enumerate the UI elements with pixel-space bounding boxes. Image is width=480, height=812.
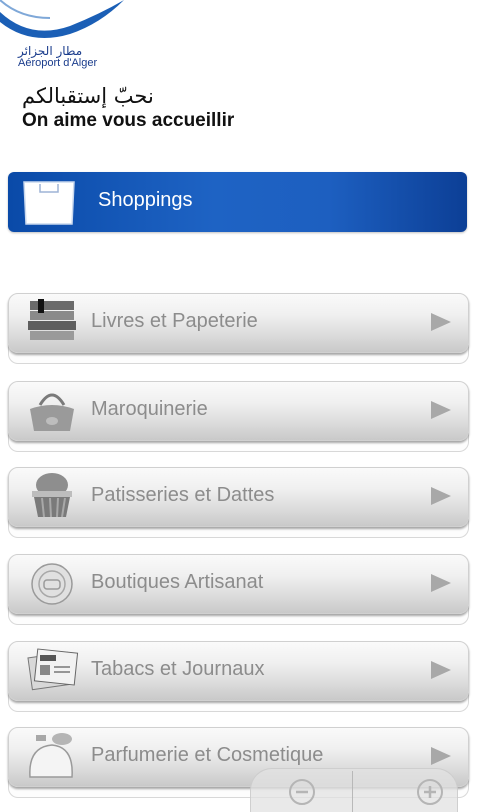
menu-item-label: Patisseries et Dattes	[91, 484, 275, 506]
perfume-bottle-icon	[29, 733, 73, 778]
menu-item-livres-papeterie[interactable]: Livres et Papeterie	[8, 293, 469, 364]
zoom-control	[250, 768, 458, 812]
shopping-bag-icon	[23, 181, 75, 225]
menu-item-label: Parfumerie et Cosmetique	[91, 744, 324, 766]
books-icon	[28, 299, 76, 340]
menu-item-label: Tabacs et Journaux	[91, 658, 265, 680]
menu-item-label: Livres et Papeterie	[91, 310, 258, 332]
handbag-icon	[30, 393, 74, 431]
logo-french-text: Aéroport d'Alger	[18, 57, 98, 69]
chevron-right-icon	[431, 313, 451, 331]
zoom-out-icon[interactable]	[287, 777, 317, 807]
menu-item-boutiques-artisanat[interactable]: Boutiques Artisanat	[8, 554, 469, 625]
zoom-divider	[352, 771, 353, 812]
tagline-arabic: نحبّ إستقبالكم	[22, 84, 154, 108]
section-title-bar: Shoppings	[8, 172, 467, 232]
tagline-french: On aime vous accueillir	[22, 110, 235, 131]
menu-item-label: Boutiques Artisanat	[91, 571, 264, 593]
menu-item-patisseries-dattes[interactable]: Patisseries et Dattes	[8, 467, 469, 538]
menu-item-maroquinerie[interactable]: Maroquinerie	[8, 381, 469, 452]
menu-item-tabacs-journaux[interactable]: Tabacs et Journaux	[8, 641, 469, 712]
menu-item-label: Maroquinerie	[91, 398, 208, 420]
chevron-right-icon	[431, 661, 451, 679]
cupcake-icon	[32, 473, 72, 518]
chevron-right-icon	[431, 401, 451, 419]
page-title: Shoppings	[98, 189, 193, 211]
logo-arabic-text: مطار الجزائر	[18, 44, 83, 58]
chevron-right-icon	[431, 747, 451, 765]
zoom-in-icon[interactable]	[415, 777, 445, 807]
chevron-right-icon	[431, 487, 451, 505]
craft-plate-icon	[31, 563, 73, 605]
airport-logo: مطار الجزائر Aéroport d'Alger نحبّ إستقب…	[0, 0, 260, 140]
newspaper-icon	[27, 648, 79, 691]
chevron-right-icon	[431, 574, 451, 592]
logo-swoosh-icon	[0, 0, 124, 38]
